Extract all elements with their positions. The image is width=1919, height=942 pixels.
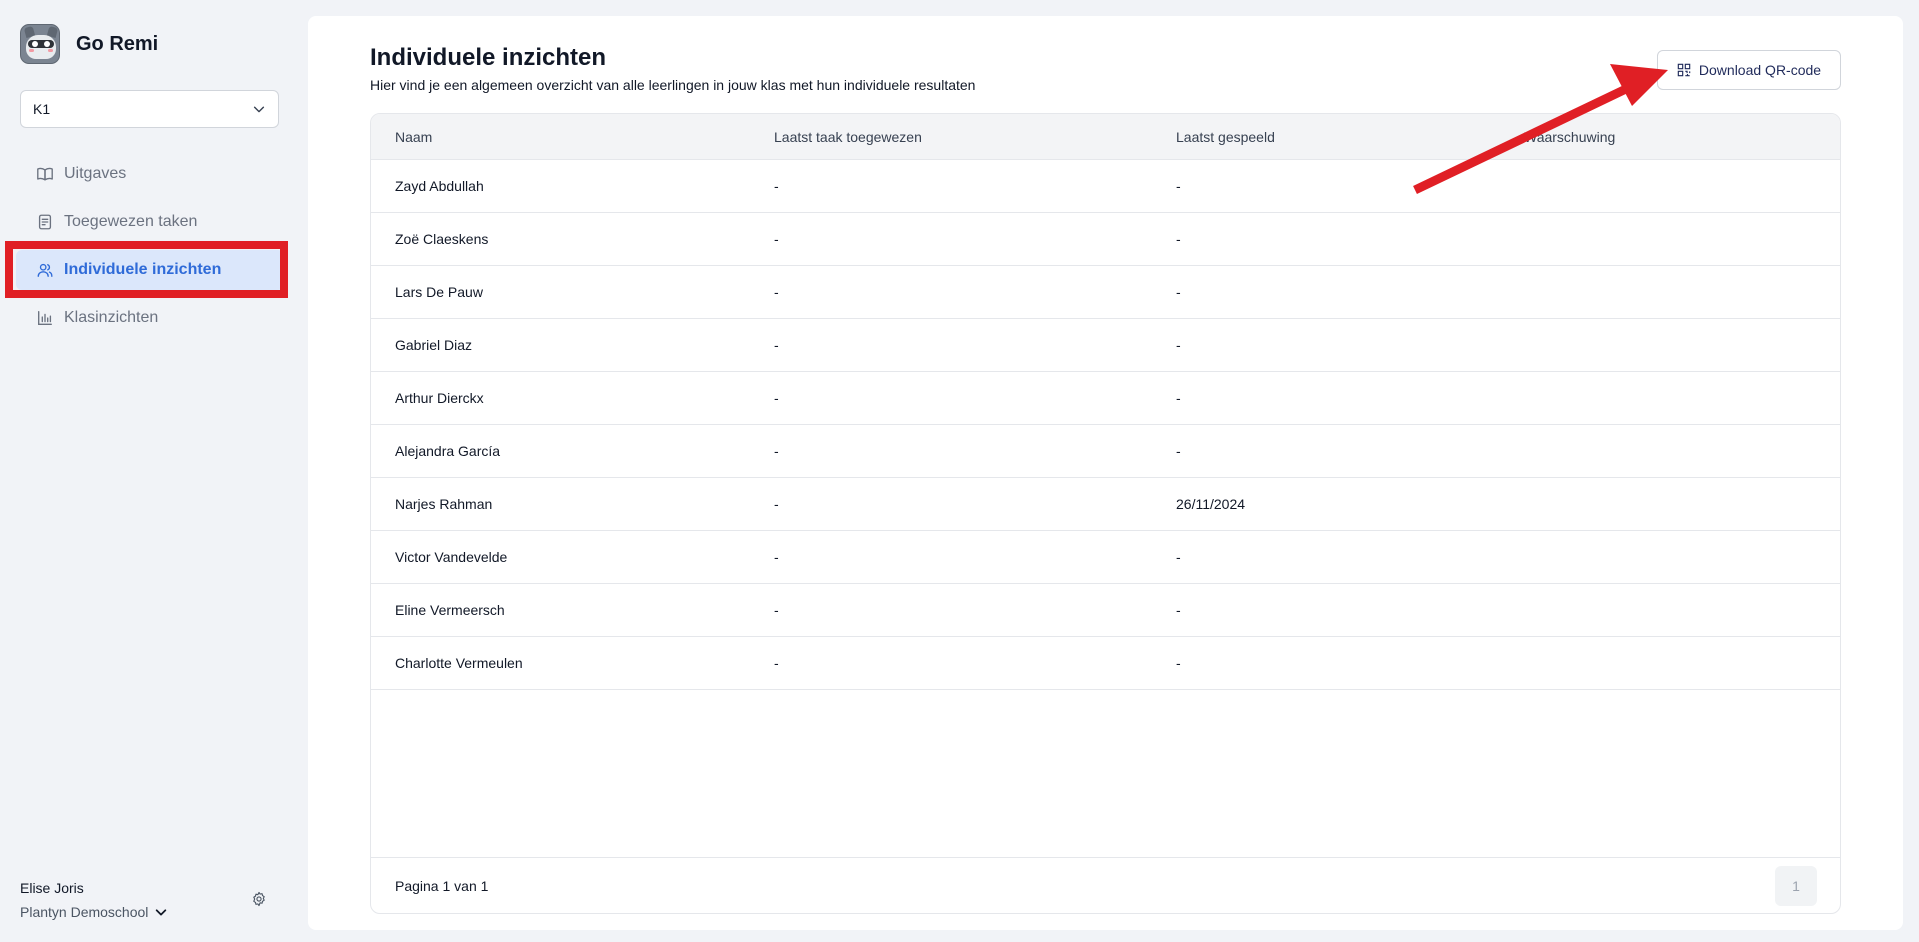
sidebar-item-toegewezen-taken[interactable]: Toegewezen taken: [16, 202, 284, 242]
table-row[interactable]: Lars De Pauw - -: [371, 266, 1840, 319]
download-qr-code-button[interactable]: Download QR-code: [1657, 50, 1841, 90]
book-open-icon: [37, 167, 53, 181]
class-select-value: K1: [33, 101, 51, 117]
bar-chart-icon: [38, 311, 52, 325]
pagination-text: Pagina 1 van 1: [395, 877, 489, 894]
brand[interactable]: Go Remi: [20, 24, 158, 64]
student-name: Zoë Claeskens: [395, 231, 489, 247]
last-assigned: -: [774, 231, 779, 247]
last-played: 26/11/2024: [1176, 496, 1246, 512]
sidebar-item-uitgaves[interactable]: Uitgaves: [16, 154, 284, 194]
column-header-laatst-gespeeld[interactable]: Laatst gespeeld: [1176, 129, 1275, 145]
user-name: Elise Joris: [20, 880, 84, 896]
column-header-naam[interactable]: Naam: [395, 129, 432, 145]
app: Go Remi K1 Uitgaves Toegewezen taken Ind…: [0, 0, 1919, 942]
qr-code-icon: [1677, 63, 1691, 77]
page-button[interactable]: 1: [1775, 865, 1817, 906]
last-assigned: -: [774, 337, 779, 353]
class-select[interactable]: K1: [20, 90, 279, 128]
page-subtitle: Hier vind je een algemeen overzicht van …: [370, 77, 976, 93]
student-name: Eline Vermeersch: [395, 602, 505, 618]
last-played: -: [1176, 602, 1181, 618]
users-icon: [37, 263, 53, 277]
student-name: Zayd Abdullah: [395, 178, 484, 194]
chevron-down-icon: [253, 106, 265, 113]
table-row[interactable]: Alejandra García - -: [371, 425, 1840, 478]
download-qr-code-label: Download QR-code: [1698, 62, 1822, 78]
last-played: -: [1176, 284, 1181, 300]
sidebar-item-label: Individuele inzichten: [64, 261, 222, 278]
document-icon: [38, 214, 52, 230]
student-name: Charlotte Vermeulen: [395, 655, 523, 671]
sidebar-item-label: Toegewezen taken: [64, 213, 198, 230]
sidebar-item-label: Klasinzichten: [64, 309, 159, 326]
table-row[interactable]: Narjes Rahman - 26/11/2024: [371, 478, 1840, 531]
user-school: Plantyn Demoschool: [20, 904, 149, 920]
raccoon-logo-icon: [20, 24, 60, 64]
student-name: Alejandra García: [395, 443, 501, 459]
last-played: -: [1176, 178, 1181, 194]
sidebar-item-label: Uitgaves: [64, 165, 127, 182]
student-name: Arthur Dierckx: [395, 390, 484, 406]
chevron-down-icon: [156, 909, 167, 916]
gear-icon[interactable]: [251, 891, 267, 907]
sidebar-nav: Uitgaves Toegewezen taken Individuele in…: [16, 154, 284, 346]
last-played: -: [1176, 390, 1181, 406]
student-name: Lars De Pauw: [395, 284, 483, 300]
page-title: Individuele inzichten: [370, 44, 607, 71]
table-row[interactable]: Zoë Claeskens - -: [371, 213, 1840, 266]
student-name: Gabriel Diaz: [395, 337, 473, 353]
last-played: -: [1176, 549, 1181, 565]
sidebar: Go Remi K1 Uitgaves Toegewezen taken Ind…: [0, 0, 300, 942]
last-played: -: [1176, 337, 1181, 353]
column-header-waarschuwing[interactable]: Waarschuwing: [1524, 129, 1615, 145]
last-assigned: -: [774, 284, 779, 300]
table-row[interactable]: Eline Vermeersch - -: [371, 584, 1840, 637]
last-assigned: -: [774, 549, 779, 565]
table-row[interactable]: Victor Vandevelde - -: [371, 531, 1840, 584]
column-header-laatst-taak-toegewezen[interactable]: Laatst taak toegewezen: [774, 129, 922, 145]
user-menu[interactable]: Elise Joris Plantyn Demoschool: [20, 880, 280, 920]
sidebar-item-klasinzichten[interactable]: Klasinzichten: [16, 298, 284, 338]
last-assigned: -: [774, 496, 779, 512]
table-row[interactable]: Gabriel Diaz - -: [371, 319, 1840, 372]
table-row[interactable]: Zayd Abdullah - -: [371, 160, 1840, 213]
table-header: Naam Laatst taak toegewezen Laatst gespe…: [371, 114, 1840, 160]
table-footer: Pagina 1 van 1 1: [371, 857, 1840, 913]
last-played: -: [1176, 443, 1181, 459]
last-assigned: -: [774, 390, 779, 406]
students-table: Naam Laatst taak toegewezen Laatst gespe…: [370, 113, 1841, 914]
sidebar-item-individuele-inzichten[interactable]: Individuele inzichten: [16, 250, 284, 290]
main-content: Individuele inzichten Hier vind je een a…: [308, 16, 1903, 930]
student-name: Victor Vandevelde: [395, 549, 508, 565]
student-name: Narjes Rahman: [395, 496, 493, 512]
table-row[interactable]: Charlotte Vermeulen - -: [371, 637, 1840, 690]
last-played: -: [1176, 655, 1181, 671]
last-assigned: -: [774, 602, 779, 618]
school-switcher[interactable]: Plantyn Demoschool: [20, 904, 280, 920]
last-assigned: -: [774, 655, 779, 671]
last-assigned: -: [774, 178, 779, 194]
last-played: -: [1176, 231, 1181, 247]
app-name: Go Remi: [76, 32, 159, 55]
table-row[interactable]: Arthur Dierckx - -: [371, 372, 1840, 425]
last-assigned: -: [774, 443, 779, 459]
